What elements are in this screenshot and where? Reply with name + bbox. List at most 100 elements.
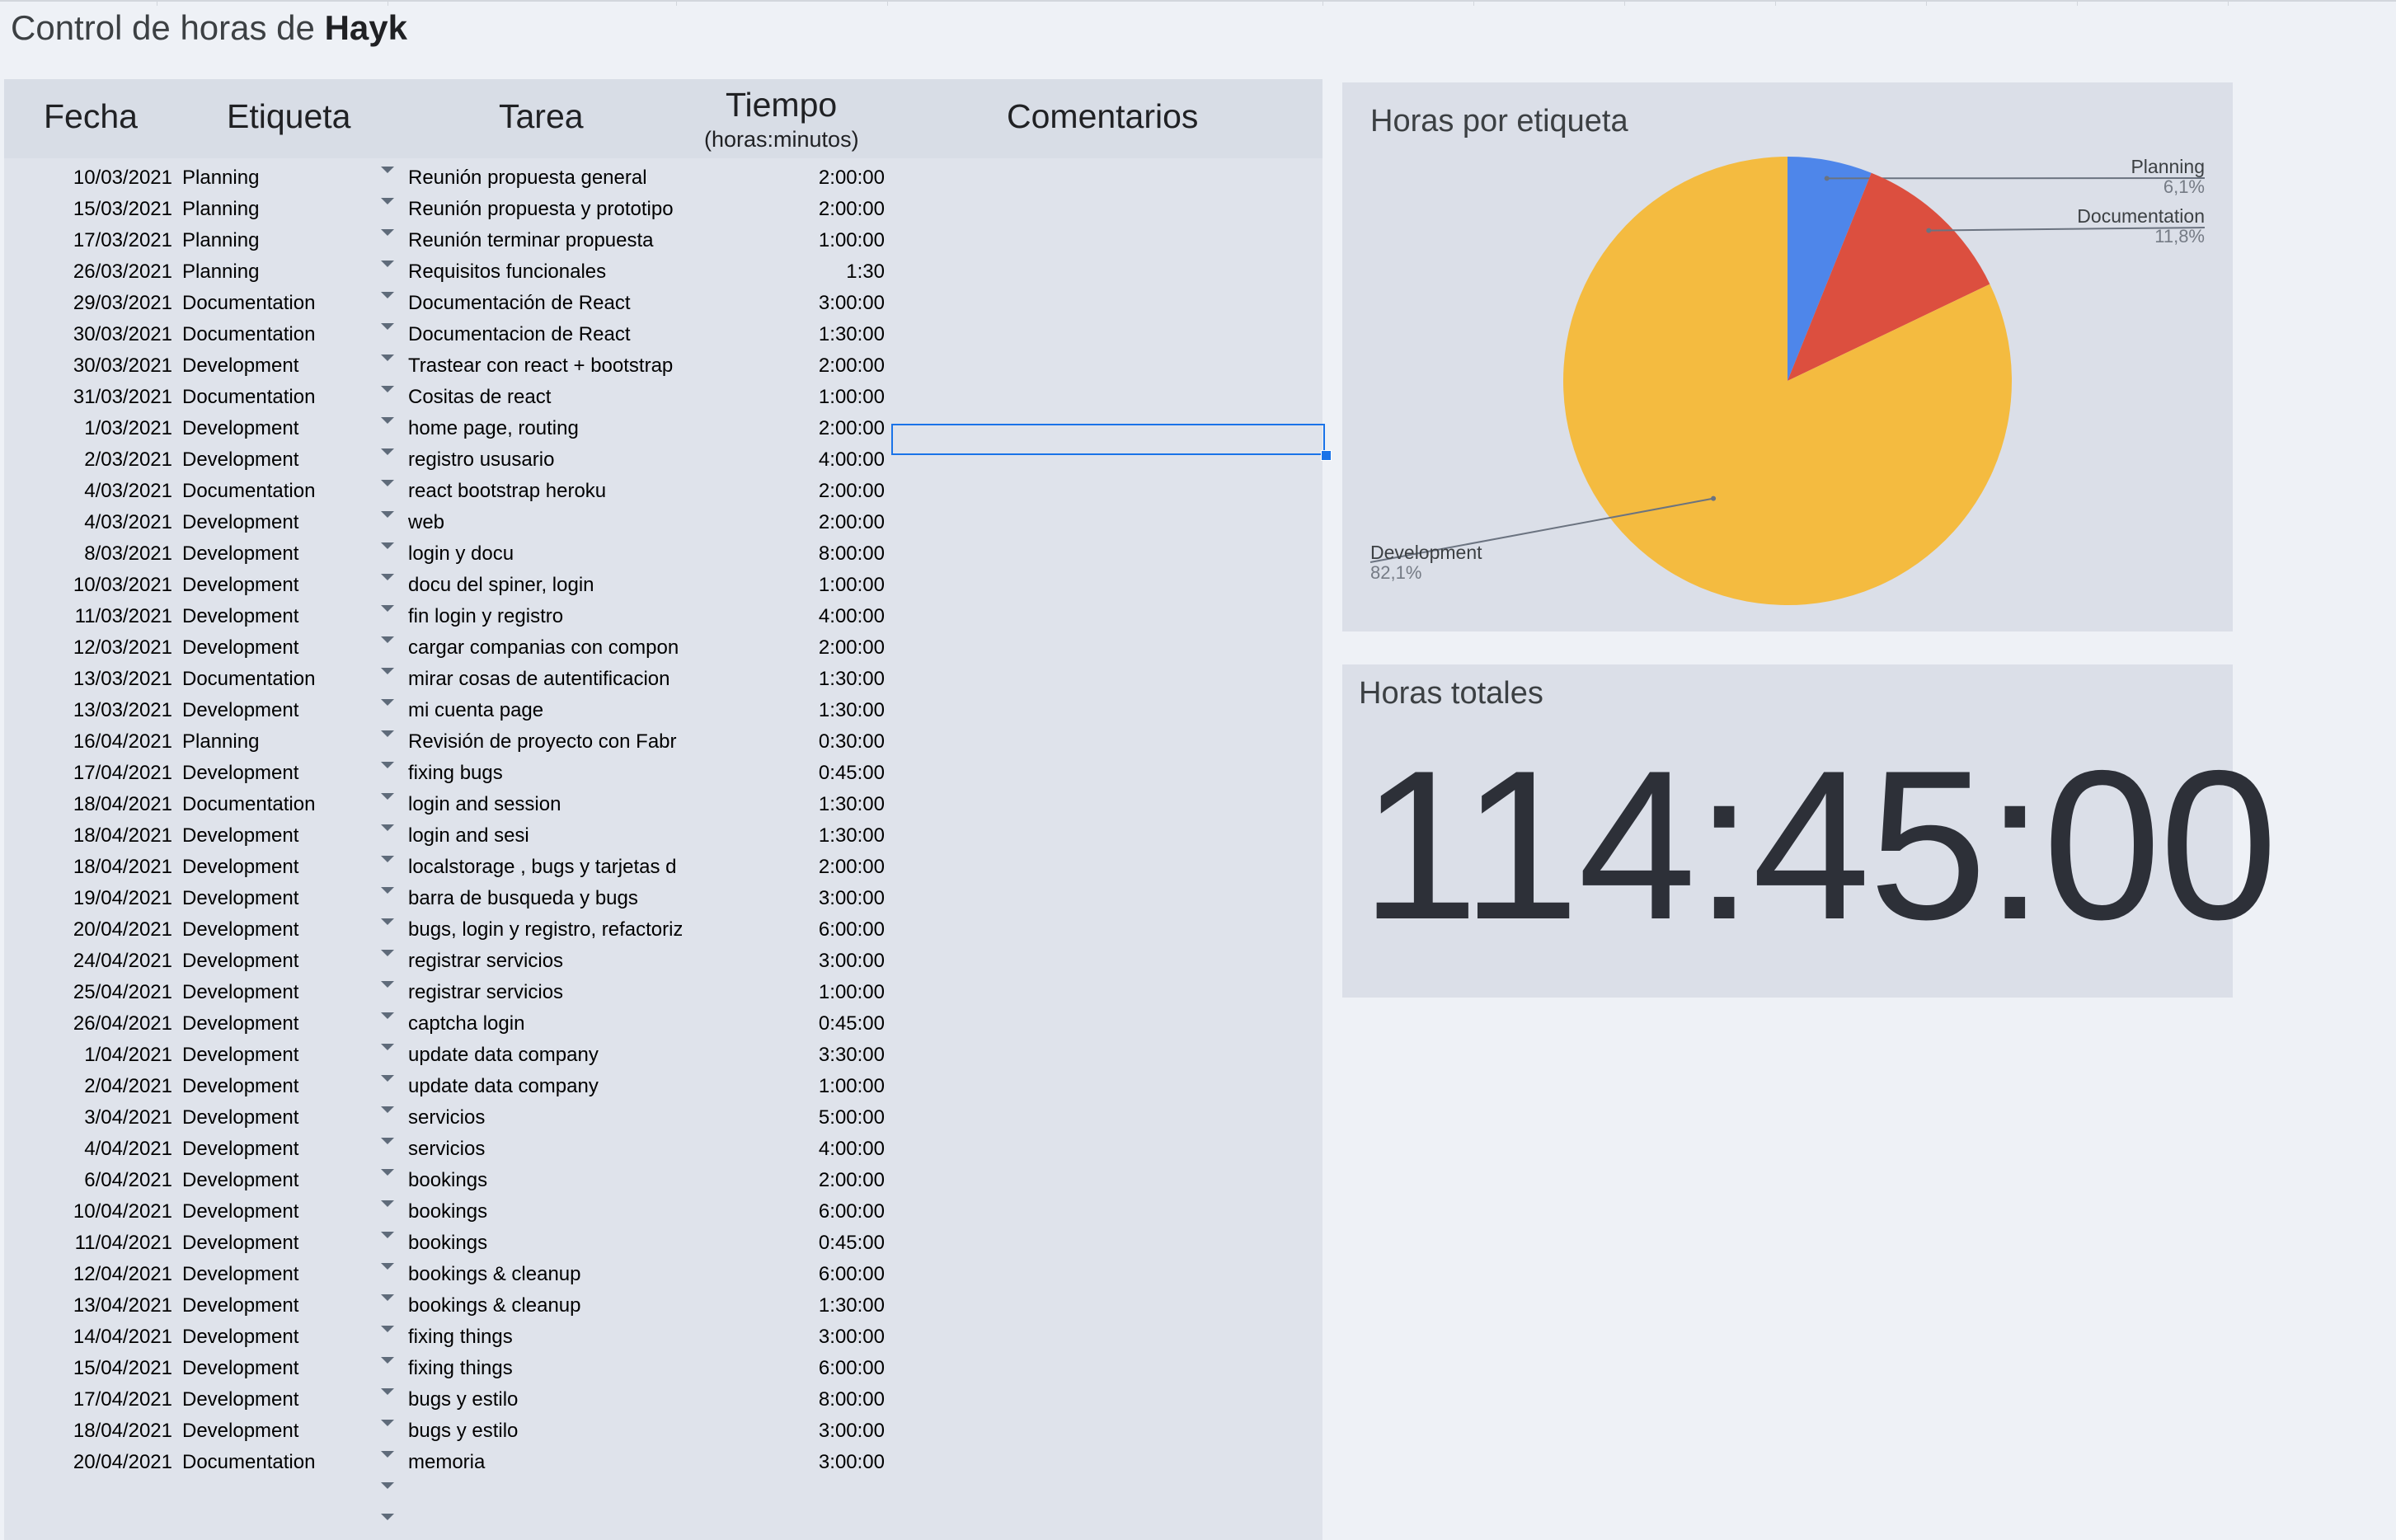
table-row[interactable]: 12/03/2021 Development cargar companias co…: [4, 631, 1322, 663]
table-row[interactable]: 20/04/2021 Documentation memoria 3:00:00: [4, 1446, 1322, 1477]
dropdown-arrow-icon[interactable]: [381, 574, 394, 580]
cell-fecha[interactable]: 1/04/2021: [4, 1044, 172, 1067]
cell-etiqueta[interactable]: Development: [182, 354, 298, 378]
total-hours-card[interactable]: Horas totales 114:45:00: [1342, 664, 2278, 998]
dropdown-arrow-icon[interactable]: [381, 1012, 394, 1019]
dropdown-arrow-icon[interactable]: [381, 1357, 394, 1364]
cell-etiqueta[interactable]: Development: [182, 1388, 298, 1411]
cell-tarea[interactable]: Reunión propuesta general: [408, 167, 682, 190]
cell-etiqueta[interactable]: Development: [182, 824, 298, 847]
table-row[interactable]: 4/03/2021 Development web 2:00:00: [4, 506, 1322, 538]
cell-tarea[interactable]: web: [408, 511, 682, 534]
cell-tarea[interactable]: docu del spiner, login: [408, 574, 682, 597]
cell-fecha[interactable]: 1/03/2021: [4, 417, 172, 440]
table-row[interactable]: 3/04/2021 Development servicios 5:00:00: [4, 1101, 1322, 1133]
cell-tarea[interactable]: cargar companias con compon: [408, 636, 682, 660]
dropdown-arrow-icon[interactable]: [381, 417, 394, 424]
cell-fecha[interactable]: 11/04/2021: [4, 1232, 172, 1255]
dropdown-arrow-icon[interactable]: [381, 542, 394, 549]
cell-tarea[interactable]: bugs, login y registro, refactoriz: [408, 918, 682, 941]
cell-etiqueta[interactable]: Planning: [182, 229, 259, 252]
cell-tiempo[interactable]: 2:00:00: [680, 167, 885, 190]
cell-tiempo[interactable]: 4:00:00: [680, 448, 885, 472]
cell-tarea[interactable]: barra de busqueda y bugs: [408, 887, 682, 910]
cell-etiqueta[interactable]: Development: [182, 918, 298, 941]
cell-fecha[interactable]: 24/04/2021: [4, 950, 172, 973]
cell-etiqueta[interactable]: Development: [182, 1263, 298, 1286]
cell-tarea[interactable]: servicios: [408, 1138, 682, 1161]
cell-tiempo[interactable]: 0:45:00: [680, 1012, 885, 1035]
dropdown-arrow-icon[interactable]: [381, 1075, 394, 1082]
table-row[interactable]: 10/04/2021 Development bookings 6:00:00: [4, 1195, 1322, 1227]
cell-tiempo[interactable]: 3:00:00: [680, 887, 885, 910]
dropdown-arrow-icon[interactable]: [381, 1232, 394, 1238]
cell-etiqueta[interactable]: Development: [182, 1294, 298, 1317]
cell-fecha[interactable]: 20/04/2021: [4, 918, 172, 941]
cell-tiempo[interactable]: 0:45:00: [680, 762, 885, 785]
cell-fecha[interactable]: 17/03/2021: [4, 229, 172, 252]
dropdown-arrow-icon[interactable]: [381, 981, 394, 988]
cell-etiqueta[interactable]: Development: [182, 699, 298, 722]
header-comentarios[interactable]: Comentarios: [1007, 97, 1198, 136]
cell-etiqueta[interactable]: Planning: [182, 261, 259, 284]
cell-etiqueta[interactable]: Documentation: [182, 668, 315, 691]
table-row[interactable]: 18/04/2021 Documentation login and session…: [4, 788, 1322, 819]
cell-tiempo[interactable]: 1:30:00: [680, 323, 885, 346]
cell-fecha[interactable]: 26/04/2021: [4, 1012, 172, 1035]
cell-tiempo[interactable]: 1:00:00: [680, 229, 885, 252]
cell-tiempo[interactable]: 1:00:00: [680, 574, 885, 597]
cell-fecha[interactable]: 13/04/2021: [4, 1294, 172, 1317]
dropdown-arrow-icon[interactable]: [381, 167, 394, 173]
table-row[interactable]: 20/04/2021 Development bugs, login y regis…: [4, 913, 1322, 945]
cell-etiqueta[interactable]: Planning: [182, 167, 259, 190]
dropdown-arrow-icon[interactable]: [381, 229, 394, 236]
table-row[interactable]: 18/04/2021 Development login and sesi 1:30:…: [4, 819, 1322, 851]
cell-etiqueta[interactable]: Development: [182, 1420, 298, 1443]
cell-fecha[interactable]: 29/03/2021: [4, 292, 172, 315]
dropdown-arrow-icon[interactable]: [381, 1294, 394, 1301]
cell-tiempo[interactable]: 3:30:00: [680, 1044, 885, 1067]
cell-etiqueta[interactable]: Planning: [182, 730, 259, 754]
cell-tarea[interactable]: bookings & cleanup: [408, 1263, 682, 1286]
cell-tarea[interactable]: fixing bugs: [408, 762, 682, 785]
cell-etiqueta[interactable]: Development: [182, 1075, 298, 1098]
cell-fecha[interactable]: 26/03/2021: [4, 261, 172, 284]
dropdown-arrow-icon[interactable]: [381, 1482, 394, 1489]
cell-tiempo[interactable]: 2:00:00: [680, 636, 885, 660]
dropdown-arrow-icon[interactable]: [381, 605, 394, 612]
cell-fecha[interactable]: 15/03/2021: [4, 198, 172, 221]
header-tarea[interactable]: Tarea: [499, 97, 584, 136]
dropdown-arrow-icon[interactable]: [381, 198, 394, 204]
cell-fecha[interactable]: 30/03/2021: [4, 323, 172, 346]
cell-tarea[interactable]: update data company: [408, 1075, 682, 1098]
dropdown-arrow-icon[interactable]: [381, 1044, 394, 1050]
dropdown-arrow-icon[interactable]: [381, 1169, 394, 1176]
dropdown-arrow-icon[interactable]: [381, 1200, 394, 1207]
cell-etiqueta[interactable]: Development: [182, 1138, 298, 1161]
cell-etiqueta[interactable]: Development: [182, 887, 298, 910]
cell-tarea[interactable]: fixing things: [408, 1326, 682, 1349]
cell-tarea[interactable]: servicios: [408, 1106, 682, 1129]
cell-tiempo[interactable]: 1:00:00: [680, 1075, 885, 1098]
cell-etiqueta[interactable]: Documentation: [182, 323, 315, 346]
cell-fecha[interactable]: 20/04/2021: [4, 1451, 172, 1474]
table-row[interactable]: 11/04/2021 Development bookings 0:45:00: [4, 1227, 1322, 1258]
cell-tarea[interactable]: fin login y registro: [408, 605, 682, 628]
dropdown-arrow-icon[interactable]: [381, 762, 394, 768]
cell-tiempo[interactable]: 1:00:00: [680, 386, 885, 409]
cell-tarea[interactable]: update data company: [408, 1044, 682, 1067]
cell-etiqueta[interactable]: Documentation: [182, 386, 315, 409]
table-row[interactable]: 1/04/2021 Development update data company 3…: [4, 1039, 1322, 1070]
cell-etiqueta[interactable]: Development: [182, 542, 298, 566]
cell-fecha[interactable]: 16/04/2021: [4, 730, 172, 754]
cell-fecha[interactable]: 11/03/2021: [4, 605, 172, 628]
cell-tarea[interactable]: Documentación de React: [408, 292, 682, 315]
table-row[interactable]: 13/03/2021 Development mi cuenta page 1:30:…: [4, 694, 1322, 725]
table-row[interactable]: 10/03/2021 Development docu del spiner, lo…: [4, 569, 1322, 600]
cell-fecha[interactable]: 19/04/2021: [4, 887, 172, 910]
cell-etiqueta[interactable]: Development: [182, 1200, 298, 1223]
table-row[interactable]: 15/04/2021 Development fixing things 6:00:0…: [4, 1352, 1322, 1383]
dropdown-arrow-icon[interactable]: [381, 918, 394, 925]
table-row[interactable]: 13/04/2021 Development bookings & cleanup 1…: [4, 1289, 1322, 1321]
table-row[interactable]: [4, 1477, 1322, 1509]
